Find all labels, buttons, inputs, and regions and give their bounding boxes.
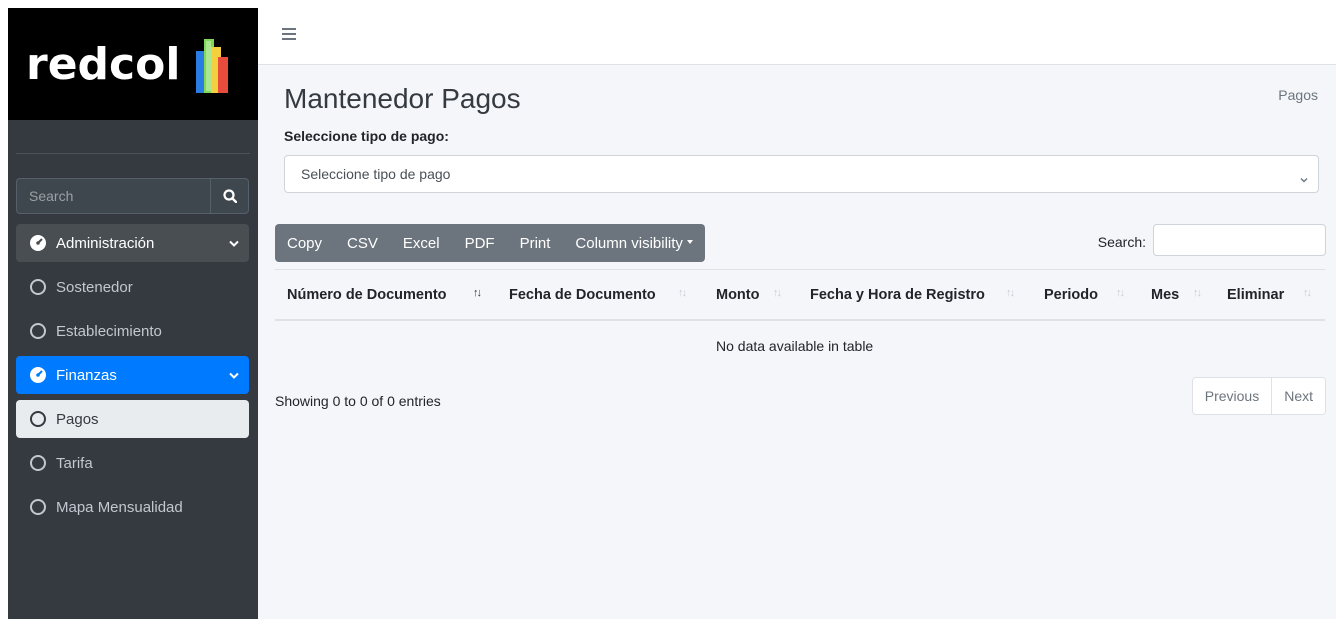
pdf-button[interactable]: PDF	[465, 235, 495, 252]
circle-icon	[30, 499, 46, 515]
brand-name: redcol	[26, 38, 181, 90]
left-strip	[0, 0, 8, 619]
column-visibility-button[interactable]: Column visibility	[575, 235, 693, 252]
sidebar-item-pagos[interactable]: Pagos	[16, 400, 249, 438]
sort-icon: ↑↓	[678, 287, 687, 299]
csv-button[interactable]: CSV	[347, 235, 378, 252]
chevron-down-icon	[229, 235, 239, 252]
circle-icon	[30, 279, 46, 295]
column-header-periodo[interactable]: Periodo	[1044, 287, 1098, 303]
brand-link[interactable]: redcol	[8, 8, 258, 120]
sidebar-item-label: Sostenedor	[56, 278, 133, 296]
app-root: redcol Search Administración Sostenedor …	[0, 0, 1336, 619]
top-navbar	[258, 8, 1336, 65]
circle-icon	[30, 411, 46, 427]
next-page-button[interactable]: Next	[1272, 377, 1326, 415]
chevron-down-icon	[229, 367, 239, 384]
tachometer-icon	[28, 365, 48, 385]
print-button[interactable]: Print	[520, 235, 551, 252]
column-header-fecha-documento[interactable]: Fecha de Documento	[509, 287, 656, 303]
sidebar-nav: Administración Sostenedor Establecimient…	[16, 224, 249, 532]
payment-type-label: Seleccione tipo de pago:	[284, 128, 449, 144]
tachometer-icon	[28, 233, 48, 253]
page-title: Mantenedor Pagos	[284, 83, 521, 114]
sidebar-item-administracion[interactable]: Administración	[16, 224, 249, 262]
search-icon	[222, 189, 237, 203]
sidebar-item-establecimiento[interactable]: Establecimiento	[16, 312, 249, 350]
chevron-down-icon	[1300, 170, 1308, 186]
breadcrumb[interactable]: Pagos	[1278, 87, 1318, 103]
previous-page-button[interactable]: Previous	[1191, 377, 1273, 415]
sidebar-item-mapa-mensualidad[interactable]: Mapa Mensualidad	[16, 488, 249, 526]
payment-type-select-value: Seleccione tipo de pago	[301, 166, 451, 182]
content-area: Mantenedor Pagos Pagos Seleccione tipo d…	[258, 65, 1336, 619]
sidebar-item-sostenedor[interactable]: Sostenedor	[16, 268, 249, 306]
sidebar-item-label: Tarifa	[56, 454, 93, 472]
table-empty-message: No data available in table	[716, 338, 874, 354]
sidebar-item-label: Mapa Mensualidad	[56, 498, 183, 516]
sidebar-search-input[interactable]	[16, 178, 210, 214]
sidebar-item-label: Finanzas	[56, 366, 117, 384]
sort-icon: ↑↓	[1303, 287, 1312, 299]
excel-button[interactable]: Excel	[403, 235, 440, 252]
column-header-numero-documento[interactable]: Número de Documento	[287, 287, 447, 303]
sort-icon: ↑↓	[1193, 287, 1202, 299]
sidebar-item-label: Pagos	[56, 410, 99, 428]
table-info: Showing 0 to 0 of 0 entries	[275, 393, 441, 409]
pagination: Previous Next	[1191, 377, 1326, 415]
table-search-label: Search:	[1097, 234, 1146, 250]
sort-asc-icon: ↑↓	[473, 287, 482, 299]
sidebar-item-tarifa[interactable]: Tarifa	[16, 444, 249, 482]
column-header-eliminar[interactable]: Eliminar	[1227, 287, 1284, 303]
sidebar-search	[16, 178, 249, 214]
sidebar-item-label: Administración	[56, 234, 155, 252]
export-buttons: Copy CSV Excel PDF Print Column visibili…	[275, 224, 705, 262]
circle-icon	[30, 455, 46, 471]
books-logo-icon	[194, 33, 232, 95]
column-header-mes[interactable]: Mes	[1151, 287, 1179, 303]
column-header-fecha-hora-registro[interactable]: Fecha y Hora de Registro	[810, 287, 985, 303]
sidebar: redcol Search Administración Sostenedor …	[8, 8, 258, 619]
sidebar-item-finanzas[interactable]: Finanzas	[16, 356, 249, 394]
column-visibility-label: Column visibility	[575, 234, 683, 252]
sort-icon: ↑↓	[773, 287, 782, 299]
sidebar-divider	[16, 153, 250, 154]
payment-type-select[interactable]: Seleccione tipo de pago	[284, 155, 1319, 193]
sort-icon: ↑↓	[1116, 287, 1125, 299]
copy-button[interactable]: Copy	[287, 235, 322, 252]
caret-down-icon	[686, 239, 693, 244]
menu-icon[interactable]	[282, 28, 296, 40]
column-header-monto[interactable]: Monto	[716, 287, 759, 303]
sidebar-item-label: Establecimiento	[56, 322, 162, 340]
sort-icon: ↑↓	[1006, 287, 1015, 299]
table-header: Número de Documento ↑↓ Fecha de Document…	[275, 269, 1325, 321]
table-search-input[interactable]	[1153, 224, 1326, 256]
circle-icon	[30, 323, 46, 339]
sidebar-search-button[interactable]	[210, 178, 249, 214]
